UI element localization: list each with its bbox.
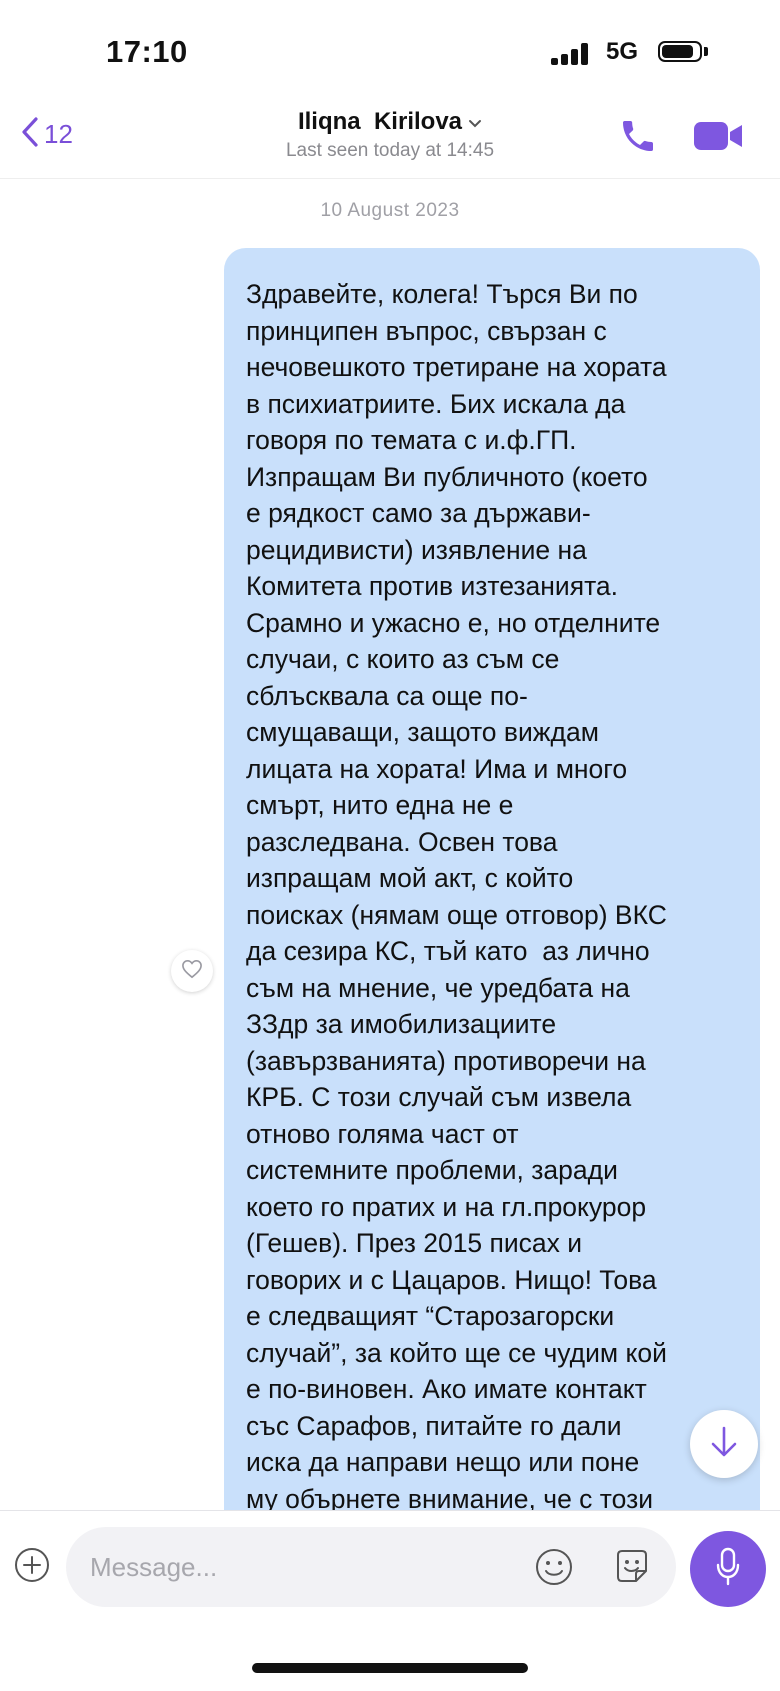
battery-icon (658, 41, 702, 62)
chevron-down-icon (468, 108, 482, 136)
message-text: Здравейте, колега! Търся Ви по принципен… (246, 279, 667, 1514)
video-camera-icon[interactable] (692, 118, 744, 154)
message-composer: Message... (0, 1510, 780, 1691)
message-input[interactable]: Message... (66, 1527, 676, 1607)
sticker-icon[interactable] (612, 1547, 652, 1587)
contact-name: Iliqna Kirilova (297, 108, 463, 135)
like-button[interactable] (171, 950, 213, 992)
battery-terminal (704, 47, 708, 56)
message-placeholder: Message... (90, 1551, 218, 1582)
contact-name-row: Iliqna Kirilova (0, 108, 780, 136)
phone-icon[interactable] (618, 116, 658, 156)
microphone-icon (715, 1547, 741, 1592)
smiley-icon[interactable] (534, 1547, 574, 1587)
plus-circle-icon[interactable] (14, 1547, 50, 1583)
outgoing-message-bubble[interactable]: Здравейте, колега! Търся Ви по принципен… (224, 248, 760, 1528)
voice-message-button[interactable] (690, 1531, 766, 1607)
home-indicator (252, 1663, 528, 1673)
cellular-signal-icon (551, 43, 591, 65)
chat-header: 12 Iliqna Kirilova Last seen today at 14… (0, 100, 780, 179)
network-type: 5G (606, 38, 639, 65)
status-bar: 17:10 5G (0, 0, 780, 100)
last-seen-status: Last seen today at 14:45 (285, 140, 495, 161)
contact-info-button[interactable]: Iliqna Kirilova (298, 108, 482, 136)
battery-level-fill (662, 45, 693, 58)
status-time: 17:10 (106, 34, 188, 69)
arrow-down-icon (709, 1425, 739, 1464)
scroll-to-bottom-button[interactable] (690, 1410, 758, 1478)
date-separator: 10 August 2023 (320, 200, 460, 221)
heart-icon (181, 959, 203, 984)
